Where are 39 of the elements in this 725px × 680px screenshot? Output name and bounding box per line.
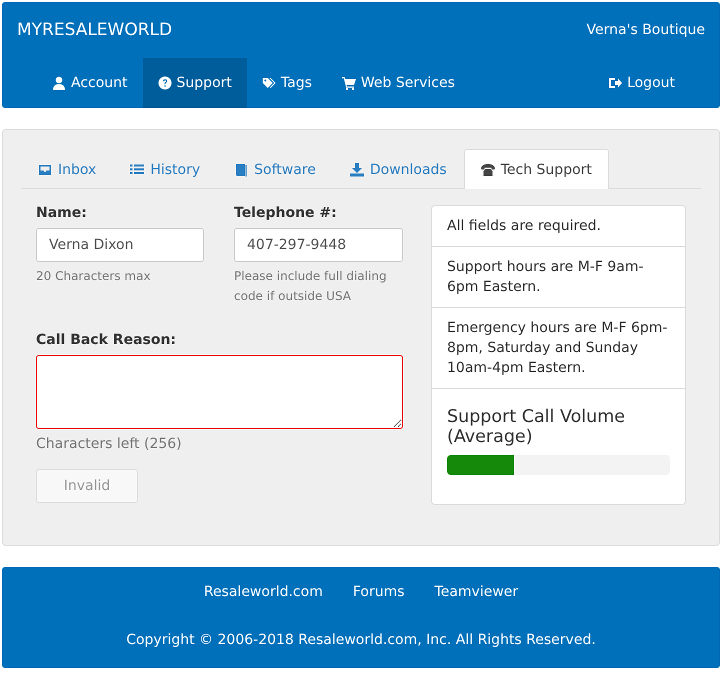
info-note: All fields are required. [432, 206, 685, 247]
tab[interactable]: Tech Support [464, 149, 609, 189]
character-counter: Characters left (256) [36, 436, 183, 452]
logout-link[interactable]: Logout [593, 58, 690, 108]
footer-link[interactable]: Teamviewer [434, 584, 518, 600]
info-note: Emergency hours are M-F 6pm-8pm, Saturday and Sunday 10am-4pm Eastern. [432, 308, 685, 389]
reason-field[interactable] [36, 355, 403, 429]
logout-icon [608, 76, 622, 90]
name-field[interactable]: Verna Dixon [36, 228, 204, 262]
brand-title: MYRESALEWORLD [17, 20, 172, 40]
phone-icon [480, 162, 495, 176]
book-icon [234, 162, 248, 176]
nav-link[interactable]: Tags [246, 58, 327, 108]
tab[interactable]: Inbox [21, 149, 114, 189]
help-icon [158, 76, 172, 90]
inbox-icon [38, 162, 52, 176]
footer-link[interactable]: Forums [352, 584, 405, 600]
footer-link[interactable]: Resaleworld.com [204, 584, 323, 600]
field-label: Call Back Reason: [36, 332, 178, 348]
info-note: Support hours are M-F 9am-6pm Eastern. [432, 247, 685, 308]
tab[interactable]: Downloads [332, 149, 464, 189]
download-icon [350, 162, 364, 176]
store-name: Verna's Boutique [586, 22, 705, 38]
nav-link[interactable]: Web Services [326, 58, 470, 108]
help-text: Please include full dialing code if outside USA [234, 268, 388, 305]
user-icon [52, 76, 66, 90]
tab[interactable]: History [113, 149, 218, 189]
tab[interactable]: Software [217, 149, 333, 189]
nav-link[interactable]: Account [37, 58, 143, 108]
telephone-field[interactable]: 407-297-9448 [234, 228, 403, 262]
field-label: Name: [36, 205, 88, 221]
help-text: 20 Characters max [36, 268, 152, 285]
copyright-text: Copyright © 2006-2018 Resaleworld.com, Inc. All Rights Reserved. [125, 632, 597, 648]
nav-link[interactable]: Support [142, 58, 247, 108]
field-label: Telephone #: [234, 205, 338, 221]
cart-icon [342, 76, 356, 90]
volume-title: Support Call Volume (Average) [447, 407, 626, 447]
tags-icon [262, 76, 276, 90]
list-icon [130, 162, 144, 176]
